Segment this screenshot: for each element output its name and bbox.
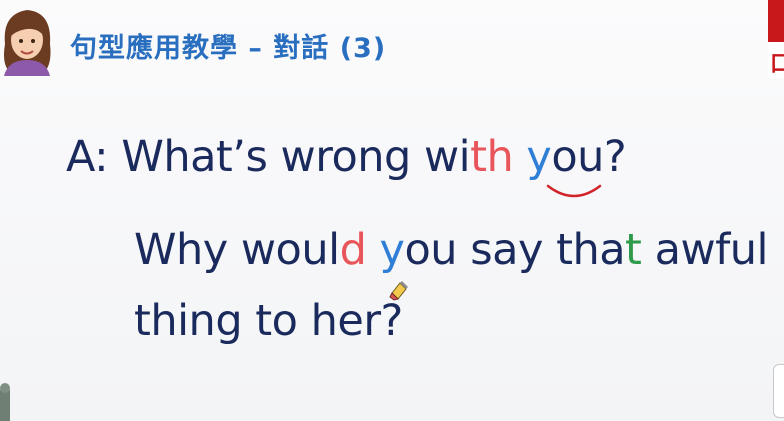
line1-highlight-y: y: [526, 132, 552, 182]
scroll-handle[interactable]: [773, 364, 784, 418]
corner-glyph: 口: [770, 52, 784, 77]
line1-suffix: ou?: [551, 132, 627, 182]
statue-fragment: [0, 383, 10, 421]
corner-badge: 口: [768, 0, 784, 78]
line2-text: Why woul: [134, 225, 340, 275]
line2-mid: ou say tha: [404, 225, 626, 275]
line2-gap: [366, 225, 379, 275]
dialogue-line-b: Why would you say that awful: [134, 225, 768, 275]
dialogue-line-a: A: What’s wrong with you?: [66, 132, 627, 182]
line2-highlight-y: y: [379, 225, 405, 275]
line1-gap: [513, 132, 526, 182]
dialogue-line-c: thing to her?: [134, 296, 403, 346]
line2-highlight-d: d: [339, 225, 367, 275]
line2-suffix: awful: [641, 225, 769, 275]
teacher-avatar: [4, 10, 51, 76]
highlighter-cursor-icon: [389, 281, 408, 301]
line1-highlight-th: th: [470, 132, 514, 182]
line1-text: A: What’s wrong wi: [66, 132, 471, 182]
slide: 句型應用教學 – 對話 (3) 口 A: What’s wrong with y…: [0, 0, 784, 421]
page-title: 句型應用教學 – 對話 (3): [70, 33, 387, 64]
line2-highlight-t: t: [625, 225, 642, 275]
liaison-arc: [546, 184, 602, 198]
